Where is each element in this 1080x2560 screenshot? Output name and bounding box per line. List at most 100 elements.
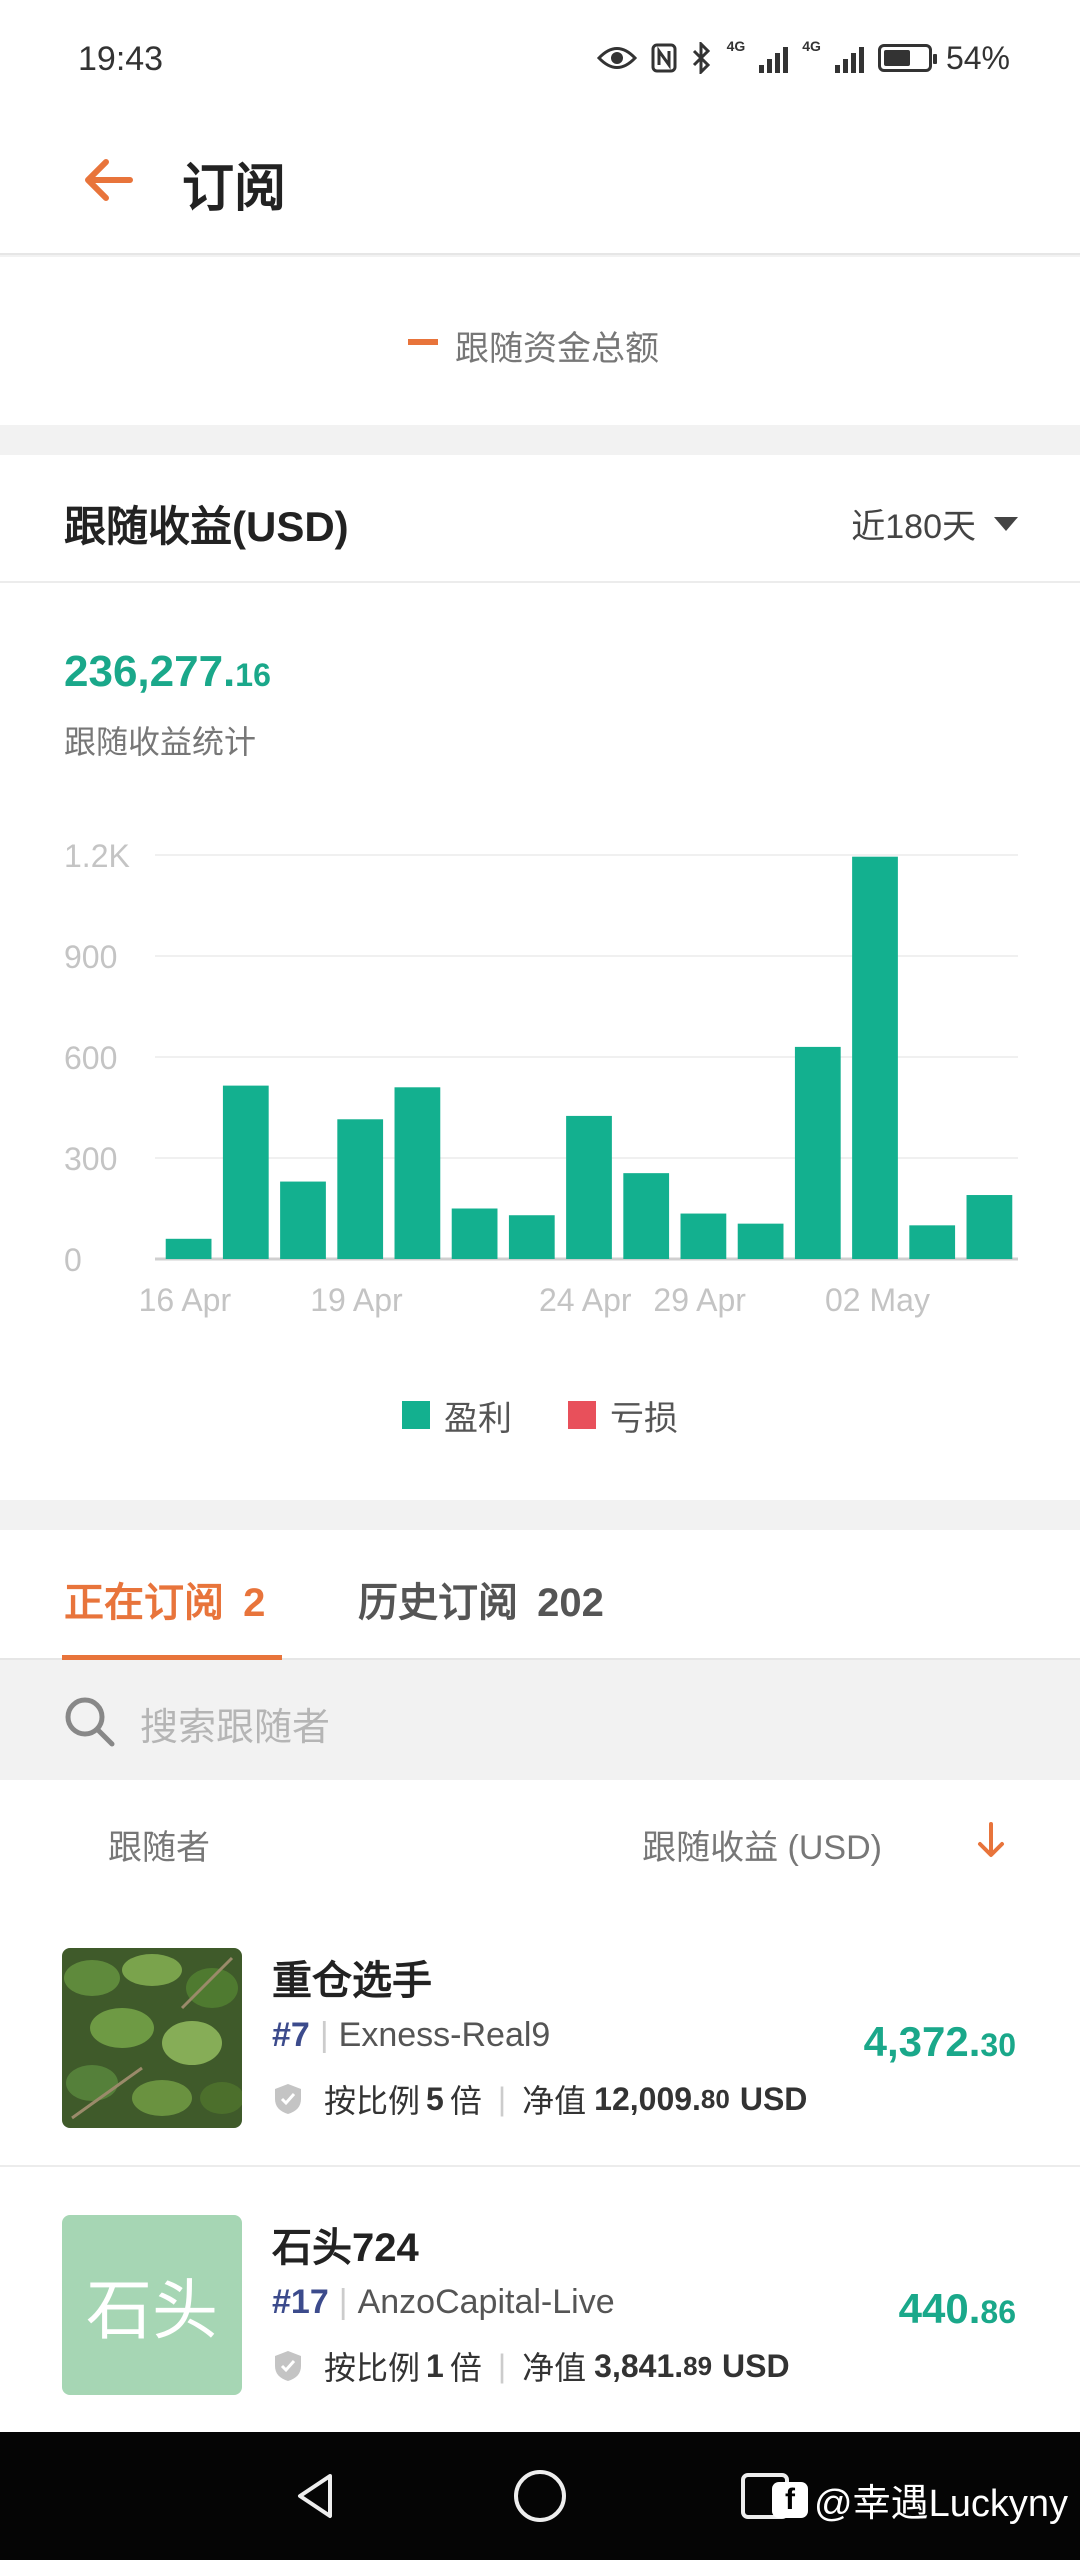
battery-percent: 54% (945, 39, 1010, 76)
search-icon (65, 1697, 115, 1747)
ratio-unit: 倍 (449, 2083, 482, 2119)
bar (909, 1225, 956, 1259)
x-tick-label: 24 Apr (539, 1282, 632, 1318)
y-tick-label: 900 (64, 939, 117, 975)
rank-number: #7 (272, 2016, 310, 2054)
legend-profit: 盈利 (402, 1390, 512, 1440)
profit-dec: 30 (980, 2027, 1016, 2063)
x-tick-label: 19 Apr (310, 1282, 403, 1318)
nav-home-icon[interactable] (512, 2468, 568, 2524)
legend-loss: 亏损 (568, 1390, 678, 1440)
profit-card: 跟随收益(USD) 近180天 236,277.16 跟随收益统计 0 300 60… (0, 455, 1080, 1500)
total-profit: 236,277.16 (64, 647, 271, 697)
bar (566, 1115, 612, 1259)
shield-icon (275, 2084, 301, 2114)
nfc-icon (651, 43, 677, 73)
period-selector[interactable]: 近180天 (851, 499, 1018, 548)
legend-swatch (408, 339, 438, 345)
server-name: Exness-Real9 (338, 2016, 551, 2054)
search-bar[interactable]: 搜索跟随者 (0, 1662, 1080, 1780)
legend-loss-label: 亏损 (610, 1399, 678, 1438)
search-input[interactable]: 搜索跟随者 (140, 1696, 330, 1751)
ratio-unit: 倍 (449, 2350, 482, 2386)
tab-current-subscriptions[interactable]: 正在订阅 2 (64, 1570, 265, 1628)
subscription-tabs: 正在订阅 2 历史订阅 202 (0, 1530, 1080, 1660)
y-tick-label: 600 (64, 1040, 117, 1076)
ratio-label: 按比例 (324, 2350, 421, 2386)
watermark-text: @幸遇Luckyny (814, 2483, 1068, 2525)
equity-currency: USD (739, 2080, 808, 2117)
network-type-1: 4G (726, 38, 746, 54)
total-profit-int: 236,277. (64, 647, 236, 696)
follower-rank: #7 | Exness-Real9 (272, 2016, 551, 2054)
facebook-icon: f (772, 2481, 809, 2518)
signal-icon-2 (834, 43, 864, 73)
sort-desc-icon[interactable] (974, 1818, 1008, 1862)
follower-name: 重仓选手 (272, 1959, 432, 2003)
bar (508, 1215, 555, 1259)
battery-icon (877, 44, 937, 72)
equity-int: 12,009. (594, 2080, 701, 2117)
network-type-2: 4G (802, 38, 821, 54)
total-profit-label: 跟随收益统计 (64, 724, 257, 760)
follower-rank: #17 | AnzoCapital-Live (272, 2283, 615, 2321)
page-title: 订阅 (182, 160, 287, 218)
dropdown-arrow-icon (994, 516, 1018, 531)
row-divider (0, 2165, 1080, 2167)
nav-back-icon[interactable] (290, 2470, 340, 2522)
follower-profit: 4,372.30 (864, 2018, 1016, 2066)
column-header-profit[interactable]: 跟随收益 (USD) (642, 1820, 882, 1869)
app-header: 订阅 (0, 110, 1080, 255)
equity-label: 净值 (522, 2350, 587, 2386)
y-tick-label: 0 (64, 1242, 82, 1278)
rank-number: #17 (272, 2283, 329, 2321)
tab-history-subscriptions[interactable]: 历史订阅 202 (358, 1570, 604, 1628)
status-time: 19:43 (78, 40, 164, 78)
column-header-follower: 跟随者 (108, 1829, 210, 1867)
system-nav-bar: f @幸遇Luckyny (0, 2432, 1080, 2560)
status-icons: 4G 4G 54% (596, 38, 1010, 78)
chart-legend: 盈利 亏损 (0, 1390, 1080, 1440)
plant-photo (62, 1948, 242, 2128)
tab-current-label: 正在订阅 (64, 1581, 224, 1625)
follower-meta: 按比例 5 倍 | 净值 12,009. 80 USD (272, 2076, 813, 2122)
x-tick-label: 29 Apr (653, 1282, 746, 1318)
profit-card-header: 跟随收益(USD) 近180天 (0, 455, 1080, 583)
bar (165, 1238, 212, 1259)
avatar-text: 石头 (86, 2272, 218, 2349)
server-name: AnzoCapital-Live (357, 2283, 615, 2321)
legend-loss-swatch (568, 1401, 596, 1429)
legend-profit-swatch (402, 1401, 430, 1429)
status-bar: 19:43 4G 4G 54% (0, 0, 1080, 110)
profit-bar-chart: 0 300 600 900 1.2K 16 Apr 19 Apr 24 Apr 29 Apr 02… (64, 838, 1018, 1318)
list-item[interactable]: 重仓选手 #7 | Exness-Real9 按比例 5 倍 | 净值 12,009… (0, 1948, 1080, 2214)
y-tick-label: 1.2K (64, 838, 130, 874)
x-tick-label: 16 Apr (139, 1282, 232, 1318)
bar (623, 1173, 670, 1259)
bar (966, 1195, 1013, 1259)
bar (852, 856, 898, 1259)
total-profit-dec: 16 (235, 657, 271, 693)
tab-history-label: 历史订阅 (358, 1581, 518, 1625)
equity-dec: 80 (700, 2083, 730, 2114)
back-arrow-icon[interactable] (78, 150, 138, 210)
equity-dec: 89 (683, 2350, 713, 2381)
bar (680, 1213, 727, 1259)
profit-int: 4,372. (863, 2018, 981, 2065)
watermark: f @幸遇Luckyny (772, 2472, 1068, 2527)
bar (280, 1181, 326, 1259)
ratio-label: 按比例 (324, 2083, 421, 2119)
avatar: 石头 (62, 2215, 242, 2395)
legend-profit-label: 盈利 (444, 1399, 512, 1438)
tab-current-count: 2 (243, 1581, 266, 1625)
avatar (62, 1948, 242, 2128)
bar (222, 1085, 269, 1259)
bar (737, 1223, 784, 1259)
bluetooth-icon (692, 42, 710, 74)
tab-history-count: 202 (537, 1581, 604, 1625)
x-tick-label: 02 May (825, 1282, 930, 1318)
eye-icon (596, 47, 637, 69)
equity-int: 3,841. (594, 2347, 684, 2384)
bar (451, 1208, 498, 1259)
follower-meta: 按比例 1 倍 | 净值 3,841. 89 USD (272, 2343, 796, 2389)
